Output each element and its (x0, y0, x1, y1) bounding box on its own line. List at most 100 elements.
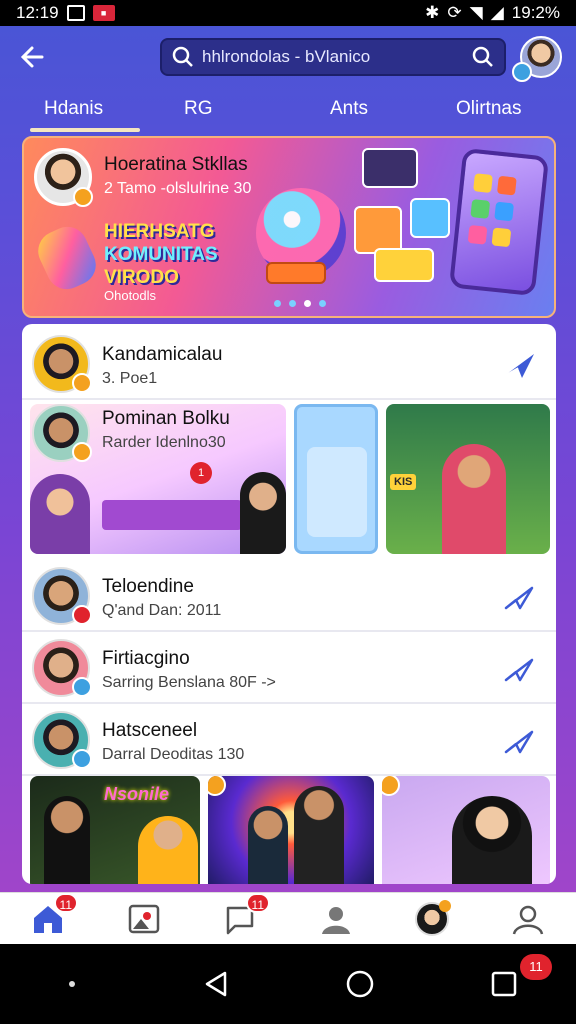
system-recents-button[interactable]: 11 (484, 954, 552, 1004)
profile-icon (322, 906, 350, 934)
list-item[interactable]: 1 KIS Pominan Bolku Rarder Idenlno30 (22, 404, 556, 560)
avatar (32, 567, 92, 625)
badge-icon (72, 373, 92, 393)
arrow-left-icon (20, 46, 44, 68)
notification-badge: 11 (53, 892, 78, 913)
phone-illustration (448, 147, 550, 297)
photo-card (374, 248, 434, 282)
app-screen: Hdanis RG Ants Olirtnas Hoeratina Stklla… (0, 26, 576, 944)
bottom-navigation: 11 11 (0, 892, 576, 944)
share-icon[interactable] (502, 582, 536, 612)
list-item-subtitle: Sarring Benslana 80F -> (102, 674, 276, 691)
app-tile (467, 224, 488, 245)
list-item-subtitle: Darral Deoditas 130 (102, 746, 245, 763)
list-item-subtitle: Rarder Idenlno30 (102, 434, 226, 451)
search-submit-icon[interactable] (472, 46, 494, 68)
person-illustration (442, 444, 506, 554)
back-button[interactable] (14, 38, 52, 76)
tab-ants[interactable]: Ants (330, 98, 368, 120)
banner-headline: HIERHSATG KOMUNITAS VIRODO (104, 220, 218, 289)
media-tile[interactable]: Nsonile (30, 776, 200, 884)
list-item[interactable]: Hatsceneel Darral Deoditas 130 (22, 704, 556, 776)
search-bar[interactable] (160, 38, 506, 76)
carousel-dot[interactable] (274, 300, 281, 307)
carousel-dot[interactable] (319, 300, 326, 307)
nav-avatar[interactable] (412, 899, 452, 939)
bluetooth-icon: ✱ (425, 3, 440, 22)
media-tile[interactable] (382, 776, 550, 884)
avatar (32, 404, 92, 462)
status-time: 12:19 (16, 3, 59, 22)
list-item[interactable]: Firtiacgino Sarring Benslana 80F -> (22, 632, 556, 704)
featured-banner[interactable]: Hoeratina Stkllas 2 Tamo -olslulrine 30 … (22, 136, 556, 318)
tab-hdanis[interactable]: Hdanis (44, 98, 103, 120)
banner-title: Hoeratina Stkllas (104, 154, 248, 175)
person-illustration (240, 472, 286, 554)
nav-photos[interactable] (124, 899, 164, 939)
tab-olirtnas[interactable]: Olirtnas (456, 98, 521, 120)
battery-level: 19:2% (511, 3, 560, 22)
list-item-title: Hatsceneel (102, 720, 198, 741)
wifi-icon: ◥ (469, 3, 483, 22)
top-app-bar (0, 26, 576, 88)
media-tile[interactable] (208, 776, 374, 884)
system-navigation-bar: 11 (0, 944, 576, 1024)
nav-chat[interactable]: 11 (220, 892, 270, 939)
tab-rg[interactable]: RG (184, 98, 213, 120)
media-tile[interactable] (294, 404, 378, 554)
badge-icon (72, 677, 92, 697)
person-illustration (44, 796, 90, 884)
system-home-button[interactable] (340, 964, 380, 1004)
status-dot-icon (439, 899, 451, 912)
badge-icon (208, 776, 226, 796)
app-tile (496, 175, 517, 196)
sign-label: KIS (390, 474, 417, 490)
status-bar: 12:19 ■ ✱ ⟳ ◥ ◢ 19:2% (0, 0, 576, 26)
avatar (32, 639, 92, 697)
signal-icon: ◢ (490, 3, 504, 22)
list-item[interactable]: Kandamicalau 3. Poe1 (22, 328, 556, 400)
list-item-title: Kandamicalau (102, 344, 223, 365)
list-item-subtitle: 3. Poe1 (102, 370, 158, 387)
app-badge-icon: ■ (92, 5, 115, 21)
badge-icon (72, 442, 92, 462)
notification-badge-icon: 1 (190, 462, 212, 484)
banner-avatar (34, 148, 93, 207)
verified-badge-icon (73, 187, 93, 207)
avatar (32, 711, 92, 769)
active-tab-indicator (30, 128, 140, 132)
app-tile (473, 173, 493, 194)
nav-profile[interactable] (316, 899, 356, 939)
search-input[interactable] (202, 47, 464, 67)
list-item[interactable]: Teloendine Q'and Dan: 2011 (22, 560, 556, 632)
system-back-button[interactable] (196, 964, 236, 1004)
list-item-title: Firtiacgino (102, 648, 190, 669)
media-tile[interactable]: KIS (386, 404, 550, 554)
badge-icon (72, 749, 92, 769)
carousel-dots[interactable] (274, 300, 326, 307)
list-item-title: Pominan Bolku (102, 408, 230, 429)
sync-icon: ⟳ (447, 3, 462, 22)
profile-avatar[interactable] (512, 36, 562, 82)
share-icon[interactable] (502, 726, 536, 756)
badge-icon (382, 776, 400, 796)
banner-headline-line-3: VIRODO (104, 267, 179, 288)
floating-cards-illustration (354, 148, 454, 298)
carousel-dot-active[interactable] (304, 300, 311, 307)
share-icon[interactable] (502, 654, 536, 684)
carousel-dot[interactable] (289, 300, 296, 307)
menu-dot-button[interactable] (52, 964, 92, 1004)
dot-icon (69, 981, 75, 987)
recents-badge: 11 (520, 954, 552, 980)
person-illustration (138, 816, 198, 884)
banner-subtitle: 2 Tamo -olslulrine 30 (104, 180, 252, 197)
person-illustration (248, 806, 288, 884)
person-illustration (294, 786, 344, 884)
square-recents-icon (491, 971, 517, 997)
nav-home[interactable]: 11 (28, 892, 78, 939)
nav-user[interactable] (508, 899, 548, 939)
photo-card (354, 206, 402, 254)
app-tile (470, 199, 491, 219)
send-plane-icon[interactable] (502, 350, 536, 380)
ribbon-decoration (31, 220, 103, 296)
